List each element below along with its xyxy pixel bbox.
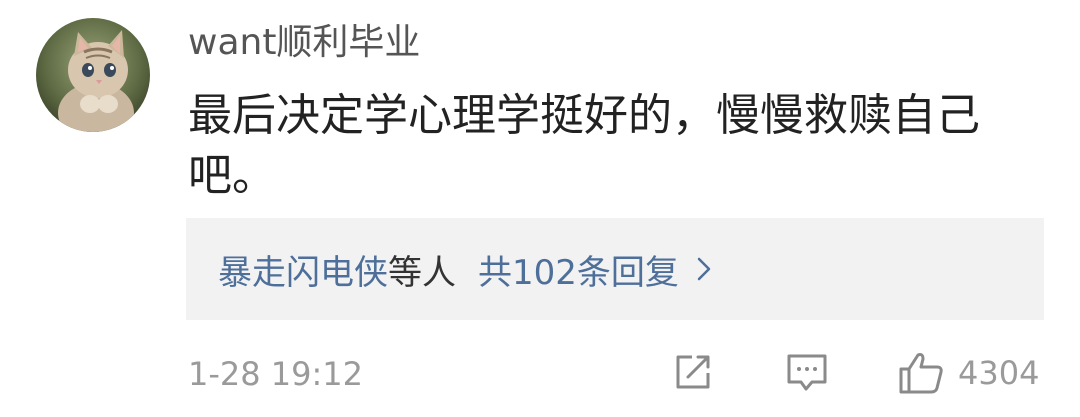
avatar[interactable]	[36, 18, 150, 132]
share-button[interactable]	[672, 350, 716, 396]
comment-icon	[787, 354, 827, 391]
username[interactable]: want顺利毕业	[188, 20, 420, 66]
like-button[interactable]: 4304	[898, 350, 1039, 396]
timestamp: 1-28 19:12	[188, 355, 364, 393]
reply-count-link[interactable]: 共102条回复	[478, 245, 679, 294]
thumbs-up-icon	[899, 353, 943, 394]
replier-name[interactable]: 暴走闪电侠	[218, 245, 388, 294]
comment-text: 最后决定学心理学挺好的，慢慢救赎自己吧。	[188, 90, 980, 201]
comment-button[interactable]	[786, 350, 830, 396]
like-count: 4304	[958, 354, 1040, 392]
chevron-right-icon	[697, 257, 711, 281]
share-icon	[676, 355, 710, 389]
cat-avatar-icon	[36, 18, 150, 132]
replies-summary[interactable]: 暴走闪电侠 等人 共102条回复	[186, 218, 1044, 320]
comment-footer: 1-28 19:12 4304	[188, 350, 1044, 398]
replier-others-label: 等人	[388, 252, 456, 293]
